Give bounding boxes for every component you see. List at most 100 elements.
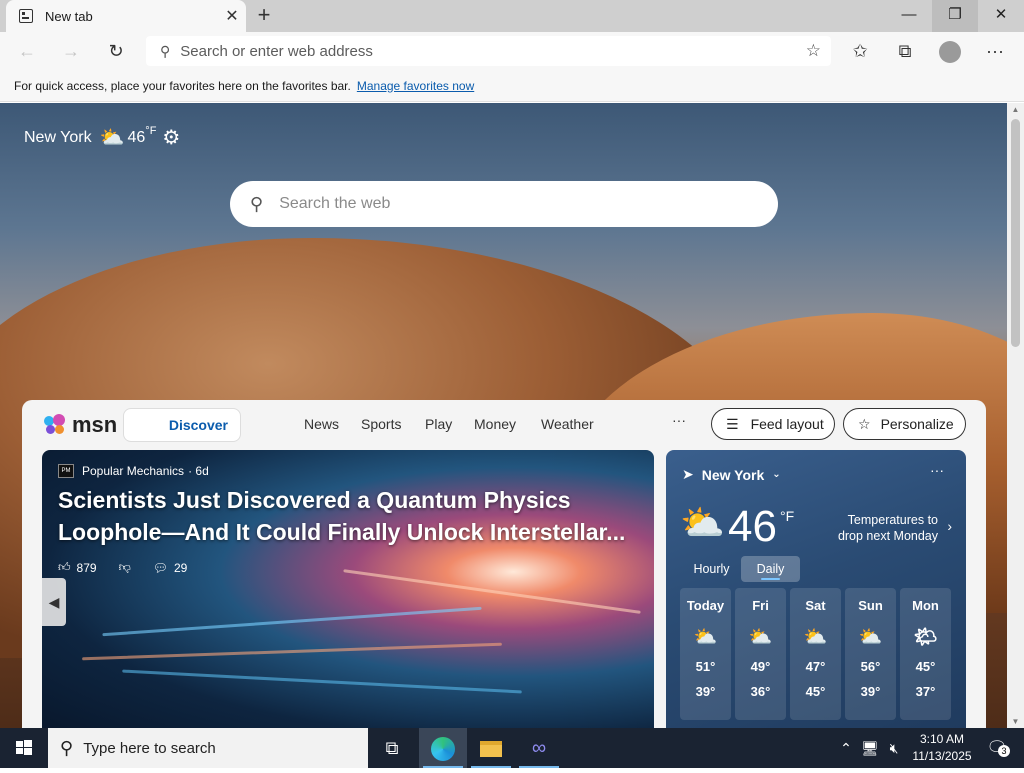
day-low: 39° [695, 684, 716, 699]
forecast-day[interactable]: Sun ⛅ 56° 39° [845, 588, 896, 720]
scroll-down-arrow-icon[interactable]: ▼ [1007, 717, 1024, 726]
notification-icon[interactable]: 🗨︎ 3 [980, 728, 1014, 768]
tab-hourly[interactable]: Hourly [682, 556, 741, 582]
file-explorer-icon[interactable] [467, 728, 515, 768]
feed-layout-button[interactable]: ☰ Feed layout [711, 408, 835, 440]
start-button[interactable] [0, 728, 48, 768]
forecast-day[interactable]: Fri ⛅ 49° 36° [735, 588, 786, 720]
personalize-label: Personalize [880, 416, 954, 432]
restore-button[interactable]: ❐ [932, 0, 978, 32]
msn-feed: msn Discover News Sports Play Money Weat… [22, 400, 986, 728]
thumbs-up-icon[interactable]: 👍︎ [58, 560, 71, 575]
network-icon[interactable]: 🖥︎ [860, 728, 880, 768]
task-view-icon[interactable]: ⧉ [368, 728, 416, 768]
scrollbar-thumb[interactable] [1011, 119, 1020, 347]
day-name: Sun [858, 598, 883, 613]
title-bar: New tab ✕ + — ❐ ✕ [0, 0, 1024, 32]
add-favorite-star-icon[interactable]: ☆ [806, 41, 821, 61]
msn-logo[interactable]: msn [44, 412, 117, 438]
partly-cloudy-icon: ⛅ [99, 127, 125, 149]
weather-location[interactable]: ➤ New York ⌄ [682, 466, 781, 483]
partly-cloudy-icon: ⛅ [803, 627, 828, 648]
weather-widget[interactable]: New York ⛅ 46 °F ⚙ [24, 125, 180, 150]
new-tab-button[interactable]: + [252, 4, 276, 28]
day-high: 56° [860, 659, 881, 674]
scroll-up-arrow-icon[interactable]: ▲ [1007, 105, 1024, 114]
clock[interactable]: 3:10 AM 11/13/2025 [904, 731, 980, 765]
search-icon: ⚲ [160, 42, 171, 59]
weather-city: New York [24, 128, 92, 146]
tab-play[interactable]: Play [425, 416, 452, 432]
tab-news[interactable]: News [304, 416, 339, 432]
day-name: Sat [805, 598, 826, 613]
tab-daily[interactable]: Daily [741, 556, 800, 582]
back-button[interactable]: ← [12, 36, 42, 66]
msn-butterfly-icon [44, 414, 68, 436]
edge-browser-icon[interactable] [419, 728, 467, 768]
comment-icon[interactable]: 💬︎ [153, 561, 168, 575]
taskbar-search[interactable]: ⚲ Type here to search [48, 728, 368, 768]
forecast-day[interactable]: Today ⛅ 51° 39° [680, 588, 731, 720]
new-tab-page-icon [19, 9, 33, 23]
chevron-down-icon: ⌄ [772, 469, 781, 480]
forecast-toggle: Hourly Daily [682, 556, 800, 582]
article-source: PM Popular Mechanics · 6d [58, 464, 209, 478]
gear-icon[interactable]: ⚙ [162, 125, 180, 150]
app-link-icon[interactable]: ∞ [515, 728, 563, 768]
thumbs-down-icon[interactable]: 👎︎ [119, 560, 131, 575]
light-streak [102, 606, 482, 637]
collections-icon[interactable]: ⧉ [890, 36, 920, 66]
comment-count: 29 [174, 560, 188, 575]
volume-muted-icon[interactable]: 🔇︎ [884, 728, 904, 768]
mostly-sunny-icon: 🌤︎ [913, 627, 938, 648]
tab-discover[interactable]: Discover [123, 408, 241, 442]
nav-more-button[interactable]: ··· [672, 412, 686, 428]
feed-layout-label: Feed layout [750, 416, 824, 432]
light-streak [343, 569, 641, 614]
weather-alert[interactable]: Temperatures to drop next Monday [826, 512, 938, 544]
chevron-up-icon[interactable]: ⌃ [836, 728, 856, 768]
day-low: 37° [915, 684, 936, 699]
tab-new-tab[interactable]: New tab ✕ [6, 0, 246, 32]
address-input[interactable] [180, 42, 761, 60]
forecast-day[interactable]: Mon 🌤︎ 45° 37° [900, 588, 951, 720]
weather-card[interactable]: ➤ New York ⌄ ··· ⛅ 46 °F Temperatures to… [666, 450, 966, 728]
daily-forecast: Today ⛅ 51° 39° Fri ⛅ 49° 36° Sat ⛅ 47° … [680, 588, 951, 720]
carousel-prev-button[interactable]: ◀ [42, 578, 66, 626]
light-streak [122, 669, 522, 694]
day-low: 36° [750, 684, 771, 699]
tab-money[interactable]: Money [474, 416, 516, 432]
weather-location-name: New York [701, 466, 765, 483]
forecast-day[interactable]: Sat ⛅ 47° 45° [790, 588, 841, 720]
settings-more-icon[interactable]: ··· [980, 36, 1010, 66]
favorites-bar-message: For quick access, place your favorites h… [14, 78, 351, 93]
weather-more-button[interactable]: ··· [930, 462, 944, 478]
forward-button[interactable]: → [56, 36, 86, 66]
weather-temp: 46 [127, 128, 146, 146]
address-bar[interactable]: ⚲ ☆ [146, 36, 831, 66]
web-search-box[interactable]: ⚲ [230, 181, 778, 227]
hero-article-card[interactable]: PM Popular Mechanics · 6d Scientists Jus… [42, 450, 654, 728]
tab-sports[interactable]: Sports [361, 416, 401, 432]
windows-logo-icon [16, 740, 32, 755]
personalize-button[interactable]: ☆ Personalize [843, 408, 966, 440]
page-scrollbar[interactable]: ▲ ▼ [1007, 103, 1024, 728]
profile-avatar[interactable] [935, 36, 965, 66]
like-count: 879 [76, 560, 97, 575]
article-headline[interactable]: Scientists Just Discovered a Quantum Phy… [58, 484, 638, 548]
browser-toolbar: ← → ↻ ⚲ ☆ ✩ ⧉ ··· [0, 32, 1024, 70]
minimize-button[interactable]: — [886, 0, 932, 32]
temp-unit: °F [780, 508, 795, 524]
search-icon: ⚲ [60, 737, 74, 758]
day-name: Today [686, 598, 725, 613]
refresh-button[interactable]: ↻ [101, 36, 131, 66]
web-search-input[interactable] [279, 195, 730, 213]
chevron-right-icon[interactable]: › [947, 518, 952, 534]
partly-cloudy-icon: ⛅ [693, 627, 718, 648]
day-high: 49° [750, 659, 771, 674]
favorites-icon[interactable]: ✩ [845, 36, 875, 66]
close-tab-icon[interactable]: ✕ [218, 6, 246, 26]
tab-weather[interactable]: Weather [541, 416, 594, 432]
close-window-button[interactable]: ✕ [978, 0, 1024, 32]
manage-favorites-link[interactable]: Manage favorites now [357, 79, 474, 93]
